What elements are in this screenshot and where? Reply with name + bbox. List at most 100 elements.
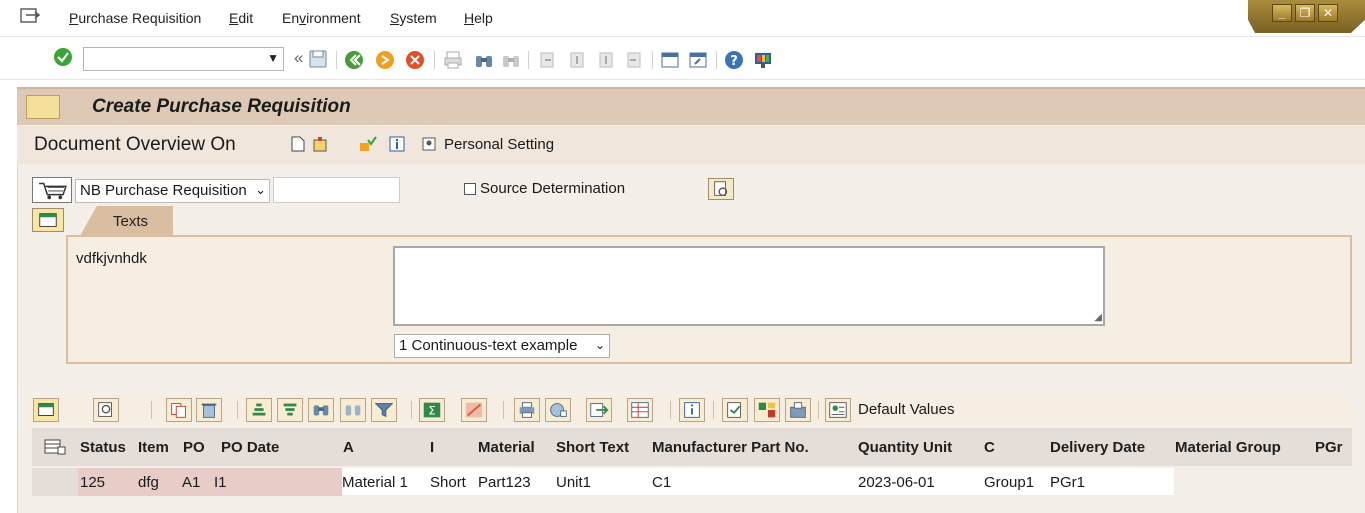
- account-assignment-icon[interactable]: [722, 398, 748, 422]
- subtotal-icon[interactable]: [461, 398, 487, 422]
- svg-text:Σ: Σ: [428, 404, 436, 418]
- toolbar-separator: [434, 51, 435, 69]
- column-header-item[interactable]: Item: [138, 439, 169, 456]
- document-type-cart-icon[interactable]: [32, 177, 72, 203]
- column-header-status[interactable]: Status: [80, 439, 126, 456]
- shortcut-icon[interactable]: [688, 50, 708, 70]
- cell-i[interactable]: Short: [430, 474, 466, 491]
- last-page-icon[interactable]: [624, 50, 644, 70]
- toolbar-separator: [652, 51, 653, 69]
- sort-descending-icon[interactable]: [277, 398, 303, 422]
- column-header-a[interactable]: A: [343, 439, 354, 456]
- personal-setting-button[interactable]: Personal Setting: [444, 136, 554, 153]
- copy-item-icon[interactable]: [166, 398, 192, 422]
- next-page-icon[interactable]: [596, 50, 616, 70]
- delete-item-icon[interactable]: [196, 398, 222, 422]
- screen-menu-icon[interactable]: [26, 95, 60, 119]
- collapse-items-icon[interactable]: [33, 398, 59, 422]
- cell-a[interactable]: Material 1: [342, 474, 408, 491]
- back-icon[interactable]: [344, 50, 364, 70]
- cell-quantity-unit[interactable]: 2023-06-01: [858, 474, 935, 491]
- document-type-select[interactable]: NB Purchase Requisition ⌄: [75, 179, 270, 203]
- grid-info-icon[interactable]: [679, 398, 705, 422]
- text-editor-area[interactable]: ◢: [393, 246, 1105, 326]
- cell-status[interactable]: 125: [80, 474, 105, 491]
- views-icon[interactable]: [545, 398, 571, 422]
- print-icon[interactable]: [443, 50, 463, 70]
- tab-texts-label[interactable]: Texts: [113, 213, 148, 230]
- column-header-i[interactable]: I: [430, 439, 434, 456]
- create-document-icon[interactable]: [291, 136, 305, 152]
- close-window-button[interactable]: ✕: [1318, 4, 1338, 22]
- column-header-material[interactable]: Material: [478, 439, 535, 456]
- cell-item[interactable]: dfg: [138, 474, 159, 491]
- cancel-icon[interactable]: [405, 50, 425, 70]
- save-icon[interactable]: [308, 49, 328, 69]
- personal-setting-icon[interactable]: [421, 136, 437, 152]
- customize-layout-icon[interactable]: [753, 50, 773, 70]
- grid-toolbar-separator: [670, 401, 671, 419]
- cell-manufacturer-part[interactable]: C1: [652, 474, 671, 491]
- cell-delivery-date[interactable]: PGr1: [1050, 474, 1085, 491]
- check-document-icon[interactable]: [359, 136, 377, 152]
- column-header-po-date[interactable]: PO Date: [221, 439, 279, 456]
- column-header-c[interactable]: C: [984, 439, 995, 456]
- grid-print-icon[interactable]: [514, 398, 540, 422]
- new-session-icon[interactable]: [660, 50, 680, 70]
- column-header-material-group[interactable]: Material Group: [1175, 439, 1281, 456]
- command-dropdown-icon[interactable]: ▼: [267, 51, 279, 65]
- column-header-pgr[interactable]: PGr: [1315, 439, 1343, 456]
- menu-exit-icon[interactable]: [20, 8, 40, 24]
- default-values-icon[interactable]: [825, 398, 851, 422]
- resize-grip-icon[interactable]: ◢: [1094, 313, 1102, 323]
- release-strategy-icon[interactable]: [785, 398, 811, 422]
- sort-ascending-icon[interactable]: [246, 398, 272, 422]
- grid-find-next-icon[interactable]: [340, 398, 366, 422]
- default-values-header-icon[interactable]: [708, 178, 734, 200]
- column-header-quantity-unit[interactable]: Quantity Unit: [858, 439, 952, 456]
- menu-purchase-requisition[interactable]: Purchase Requisition: [69, 10, 201, 26]
- text-type-name[interactable]: vdfkjvnhdk: [76, 250, 147, 267]
- find-next-icon[interactable]: [501, 50, 521, 70]
- cell-po-date[interactable]: I1: [214, 474, 227, 491]
- total-icon[interactable]: Σ: [419, 398, 445, 422]
- hold-document-icon[interactable]: [312, 136, 328, 152]
- column-header-po[interactable]: PO: [183, 439, 205, 456]
- command-field[interactable]: ▼: [83, 47, 284, 71]
- column-header-short-text[interactable]: Short Text: [556, 439, 629, 456]
- cell-c[interactable]: Group1: [984, 474, 1034, 491]
- column-header-manufacturer-part-no[interactable]: Manufacturer Part No.: [652, 439, 809, 456]
- toolbar-separator: [528, 51, 529, 69]
- enter-check-icon[interactable]: [53, 47, 73, 67]
- menu-environment[interactable]: Environment: [282, 10, 361, 26]
- text-format-select[interactable]: 1 Continuous-text example ⌄: [394, 334, 610, 358]
- item-details-icon[interactable]: [93, 398, 119, 422]
- select-all-icon[interactable]: [44, 438, 66, 456]
- exit-icon[interactable]: [375, 50, 395, 70]
- menu-system[interactable]: System: [390, 10, 437, 26]
- cell-short-text[interactable]: Unit1: [556, 474, 591, 491]
- layout-icon[interactable]: [627, 398, 653, 422]
- collapse-command-icon[interactable]: «: [294, 48, 303, 68]
- source-of-supply-icon[interactable]: [754, 398, 780, 422]
- help-icon[interactable]: ?: [724, 50, 744, 70]
- export-icon[interactable]: [586, 398, 612, 422]
- cell-material[interactable]: Part123: [478, 474, 531, 491]
- menu-edit[interactable]: Edit: [229, 10, 253, 26]
- document-number-input[interactable]: [273, 177, 400, 203]
- previous-page-icon[interactable]: [567, 50, 587, 70]
- restore-button[interactable]: ❐: [1295, 4, 1315, 22]
- default-values-button[interactable]: Default Values: [858, 401, 954, 418]
- grid-find-icon[interactable]: [308, 398, 334, 422]
- column-header-delivery-date[interactable]: Delivery Date: [1050, 439, 1145, 456]
- info-icon[interactable]: [389, 136, 405, 152]
- cell-po[interactable]: A1: [182, 474, 200, 491]
- source-determination-checkbox[interactable]: [464, 183, 476, 195]
- find-icon[interactable]: [474, 50, 494, 70]
- expand-header-icon[interactable]: [32, 208, 64, 232]
- menu-help[interactable]: Help: [464, 10, 493, 26]
- minimize-button[interactable]: _: [1272, 4, 1292, 22]
- filter-icon[interactable]: [371, 398, 397, 422]
- document-overview-button[interactable]: Document Overview On: [34, 134, 236, 156]
- first-page-icon[interactable]: [537, 50, 557, 70]
